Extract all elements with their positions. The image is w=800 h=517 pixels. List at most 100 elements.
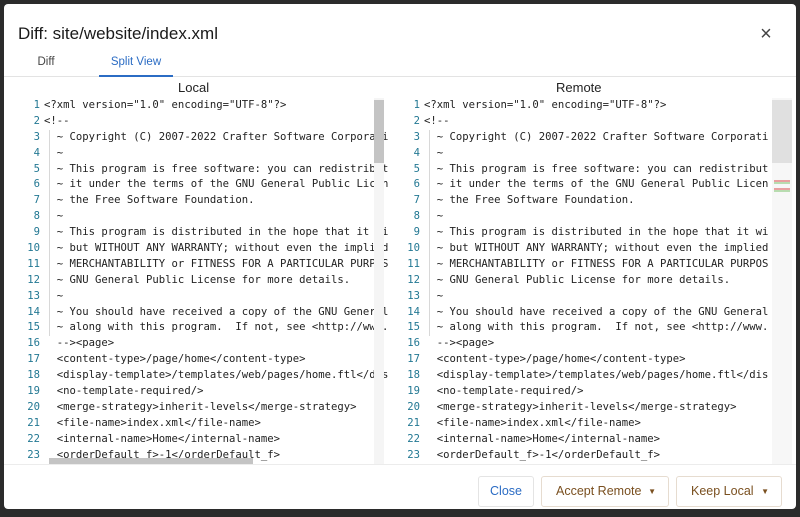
line-number: 16 (407, 337, 420, 350)
code-line: 4 ~ (24, 145, 388, 162)
local-vertical-scroll-thumb[interactable] (374, 100, 384, 163)
code-line: 6 ~ it under the terms of the GNU Genera… (24, 177, 388, 194)
dialog-title: Diff: site/website/index.xml (18, 24, 218, 43)
code-line: 11 ~ MERCHANTABILITY or FITNESS FOR A PA… (24, 256, 388, 273)
code-line: 13 ~ (24, 288, 388, 305)
code-line: 16 --><page> (404, 336, 784, 352)
line-code: <no-template-required/> (424, 385, 584, 398)
line-code: ~ This program is distributed in the hop… (44, 226, 388, 239)
code-line: 8 ~ (404, 209, 784, 226)
line-number: 10 (407, 242, 420, 255)
line-number: 23 (407, 448, 420, 461)
line-number: 2 (413, 114, 420, 127)
keep-local-label: Keep Local (691, 484, 754, 498)
view-tabs: Diff Split View (4, 52, 796, 77)
line-number: 17 (27, 353, 40, 366)
remote-pane-title: Remote (556, 80, 602, 95)
line-code: <merge-strategy>inherit-levels</merge-st… (44, 400, 357, 413)
code-line: 11 ~ MERCHANTABILITY or FITNESS FOR A PA… (404, 256, 784, 273)
line-code: ~ This program is free software: you can… (44, 162, 388, 175)
line-number: 18 (407, 369, 420, 382)
line-number: 13 (27, 289, 40, 302)
line-number: 21 (27, 416, 40, 429)
code-line: 21 <file-name>index.xml</file-name> (24, 416, 388, 432)
chevron-down-icon[interactable]: ▼ (761, 477, 769, 506)
line-code: ~ GNU General Public License for more de… (424, 273, 731, 286)
code-line: 3 ~ Copyright (C) 2007-2022 Crafter Soft… (404, 129, 784, 146)
line-code: ~ (44, 289, 64, 302)
tab-split-view[interactable]: Split View (99, 56, 173, 77)
line-number: 4 (33, 146, 40, 159)
code-line: 7 ~ the Free Software Foundation. (404, 193, 784, 210)
line-number: 10 (27, 242, 40, 255)
code-line: 13 ~ (404, 288, 784, 305)
chevron-down-icon[interactable]: ▼ (648, 477, 656, 506)
line-code: ~ but WITHOUT ANY WARRANTY; without even… (44, 242, 388, 255)
dialog-footer: Close Accept Remote ▼ Keep Local ▼ (4, 464, 796, 509)
line-code: ~ (44, 210, 64, 223)
code-line: 9 ~ This program is distributed in the h… (404, 225, 784, 242)
local-vertical-scrollbar[interactable] (374, 98, 384, 464)
line-code: ~ (424, 289, 444, 302)
tab-diff[interactable]: Diff (24, 56, 68, 77)
code-line: 18 <display-template>/templates/web/page… (404, 368, 784, 384)
local-editor[interactable]: 1 <?xml version="1.0" encoding="UTF-8"?> 2… (24, 98, 388, 464)
close-icon[interactable]: × (756, 24, 776, 44)
line-code: <internal-name>Home</internal-name> (424, 432, 660, 445)
code-line: 19 <no-template-required/> (404, 384, 784, 400)
overview-marker-added (774, 190, 790, 192)
line-number: 21 (407, 416, 420, 429)
code-line: 14 ~ You should have received a copy of … (404, 304, 784, 321)
line-number: 16 (27, 337, 40, 350)
line-code: --><page> (424, 337, 495, 350)
line-number: 19 (407, 385, 420, 398)
line-number: 7 (413, 194, 420, 207)
line-number: 20 (27, 400, 40, 413)
code-line: 12 ~ GNU General Public License for more… (24, 272, 388, 289)
line-code: ~ but WITHOUT ANY WARRANTY; without even… (424, 242, 769, 255)
line-number: 14 (27, 305, 40, 318)
code-line: 12 ~ GNU General Public License for more… (404, 272, 784, 289)
code-line: 3 ~ Copyright (C) 2007-2022 Crafter Soft… (24, 129, 388, 146)
line-code: <merge-strategy>inherit-levels</merge-st… (424, 400, 737, 413)
local-pane-title: Local (178, 80, 210, 95)
code-line: 5 ~ This program is free software: you c… (24, 161, 388, 178)
code-line: 19 <no-template-required/> (24, 384, 388, 400)
code-line: 20 <merge-strategy>inherit-levels</merge… (404, 400, 784, 416)
line-number: 14 (407, 305, 420, 318)
line-number: 23 (27, 448, 40, 461)
line-code: ~ This program is free software: you can… (424, 162, 769, 175)
line-code: ~ the Free Software Foundation. (44, 194, 255, 207)
keep-local-button[interactable]: Keep Local ▼ (676, 476, 782, 507)
line-number: 15 (27, 321, 40, 334)
line-code: <!-- (424, 114, 450, 127)
line-code: <orderDefault_f>-1</orderDefault_f> (424, 448, 660, 461)
line-number: 11 (27, 257, 40, 270)
line-number: 18 (27, 369, 40, 382)
line-code: ~ (44, 146, 64, 159)
line-number: 13 (407, 289, 420, 302)
line-code: <?xml version="1.0" encoding="UTF-8"?> (424, 99, 667, 111)
remote-editor[interactable]: 1 <?xml version="1.0" encoding="UTF-8"?> 2… (404, 98, 784, 464)
line-code: <!-- (44, 114, 70, 127)
overview-scroll-thumb[interactable] (772, 100, 792, 163)
line-code: ~ along with this program. If not, see <… (44, 321, 388, 334)
code-line: 8 ~ (24, 209, 388, 226)
code-line: 18 <display-template>/templates/web/page… (24, 368, 388, 384)
line-code: ~ the Free Software Foundation. (424, 194, 635, 207)
line-number: 22 (27, 432, 40, 445)
line-number: 12 (27, 273, 40, 286)
diff-overview-ruler[interactable] (772, 98, 792, 464)
close-button[interactable]: Close (478, 476, 534, 507)
accept-remote-button[interactable]: Accept Remote ▼ (541, 476, 669, 507)
line-code: ~ (424, 146, 444, 159)
code-line: 5 ~ This program is free software: you c… (404, 161, 784, 178)
line-number: 19 (27, 385, 40, 398)
line-code: ~ MERCHANTABILITY or FITNESS FOR A PARTI… (424, 257, 769, 270)
line-number: 1 (413, 99, 420, 111)
line-number: 5 (413, 162, 420, 175)
line-code: ~ Copyright (C) 2007-2022 Crafter Softwa… (44, 130, 388, 143)
line-number: 7 (33, 194, 40, 207)
code-line: 10 ~ but WITHOUT ANY WARRANTY; without e… (24, 241, 388, 257)
code-line: 7 ~ the Free Software Foundation. (24, 193, 388, 210)
